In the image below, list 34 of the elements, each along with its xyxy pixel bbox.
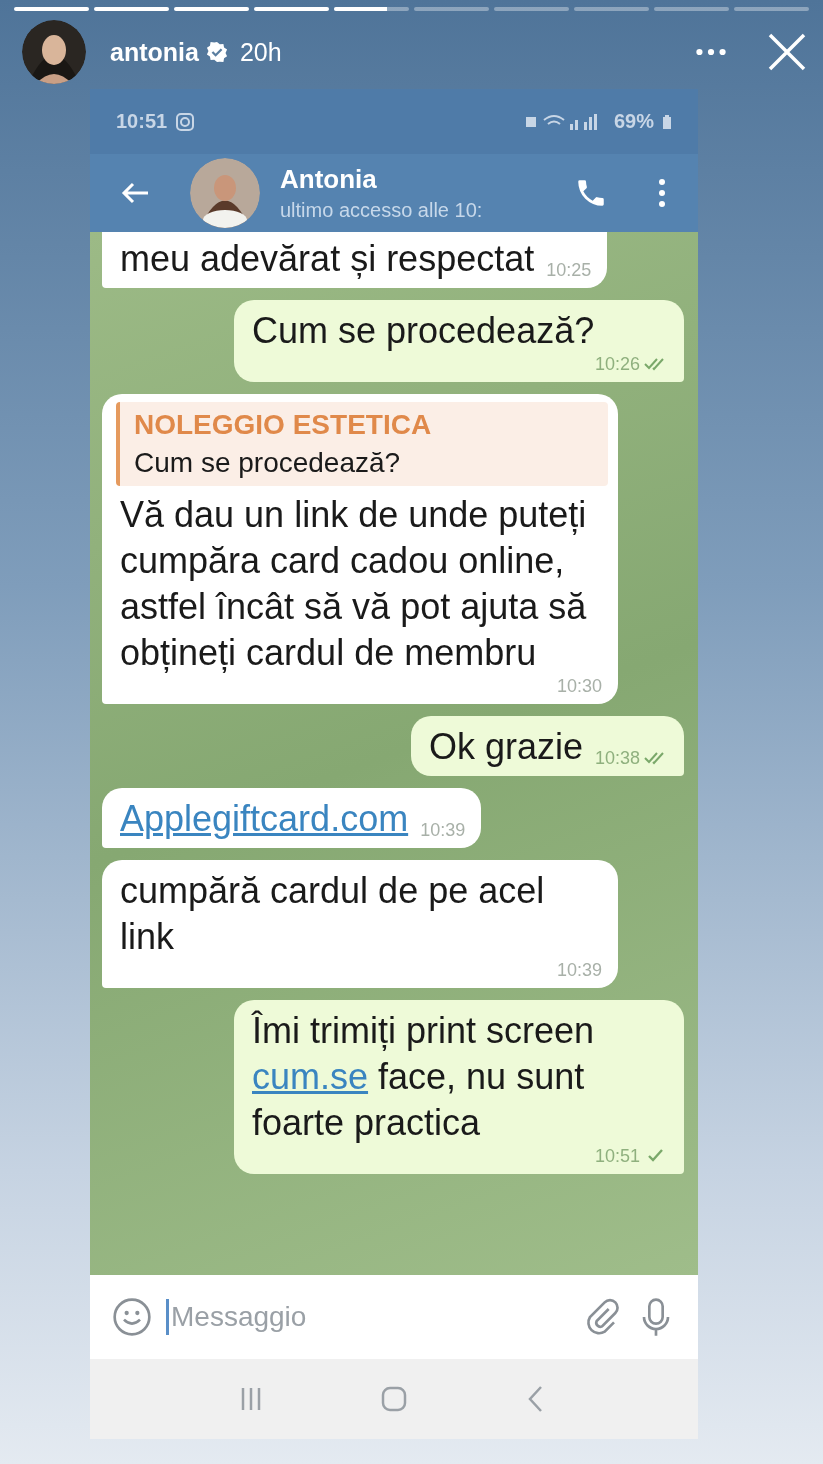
message-input[interactable]: Messaggio	[90, 1275, 698, 1359]
quoted-reply[interactable]: NOLEGGIO ESTETICA Cum se procedează?	[116, 402, 608, 486]
message-time: 10:38	[594, 748, 640, 768]
message-field[interactable]: Messaggio	[169, 1300, 568, 1334]
menu-icon[interactable]	[658, 178, 666, 208]
last-seen-status: ultimo accesso alle 10:	[280, 199, 483, 222]
message-link[interactable]: cum.se	[252, 1056, 369, 1097]
back-arrow-icon[interactable]	[120, 181, 150, 205]
battery-icon	[662, 113, 672, 130]
status-time: 10:51	[116, 110, 168, 133]
message-time: 10:26	[594, 354, 640, 374]
close-icon[interactable]	[767, 32, 807, 72]
camera-icon	[175, 111, 196, 132]
message-time: 10:30	[556, 676, 602, 696]
contact-name: Antonia	[280, 164, 378, 195]
message-time: 10:39	[556, 960, 602, 980]
message-time: 10:39	[420, 820, 466, 840]
quote-author: NOLEGGIO ESTETICA	[134, 408, 433, 442]
message-text: cumpără cardul de pe acel link	[120, 869, 546, 959]
message-text: Vă dau un link de unde puteți cumpăra card cadou online, astfel încât să vă pot ajuta să obțineți cardul de membru	[120, 493, 588, 675]
battery-level: 69%	[613, 110, 654, 133]
emoji-icon[interactable]	[112, 1297, 152, 1337]
post-age: 20h	[239, 37, 282, 67]
message-link[interactable]: Applegiftcard.com	[120, 798, 409, 839]
more-icon[interactable]	[695, 47, 727, 57]
message-text: Îmi trimiți print screen cum.se face, nu sunt foarte practica	[252, 1009, 596, 1145]
message-time: 10:25	[546, 260, 592, 280]
username[interactable]: antonia	[110, 37, 199, 67]
quote-text: Cum se procedează?	[134, 446, 402, 480]
message-text: Ok grazie	[428, 725, 583, 769]
message-text: Cum se procedează?	[252, 309, 595, 353]
message-text: meu adevărat și respectat	[120, 237, 535, 281]
message-time: 10:51	[594, 1146, 640, 1166]
home-icon[interactable]	[379, 1384, 409, 1414]
